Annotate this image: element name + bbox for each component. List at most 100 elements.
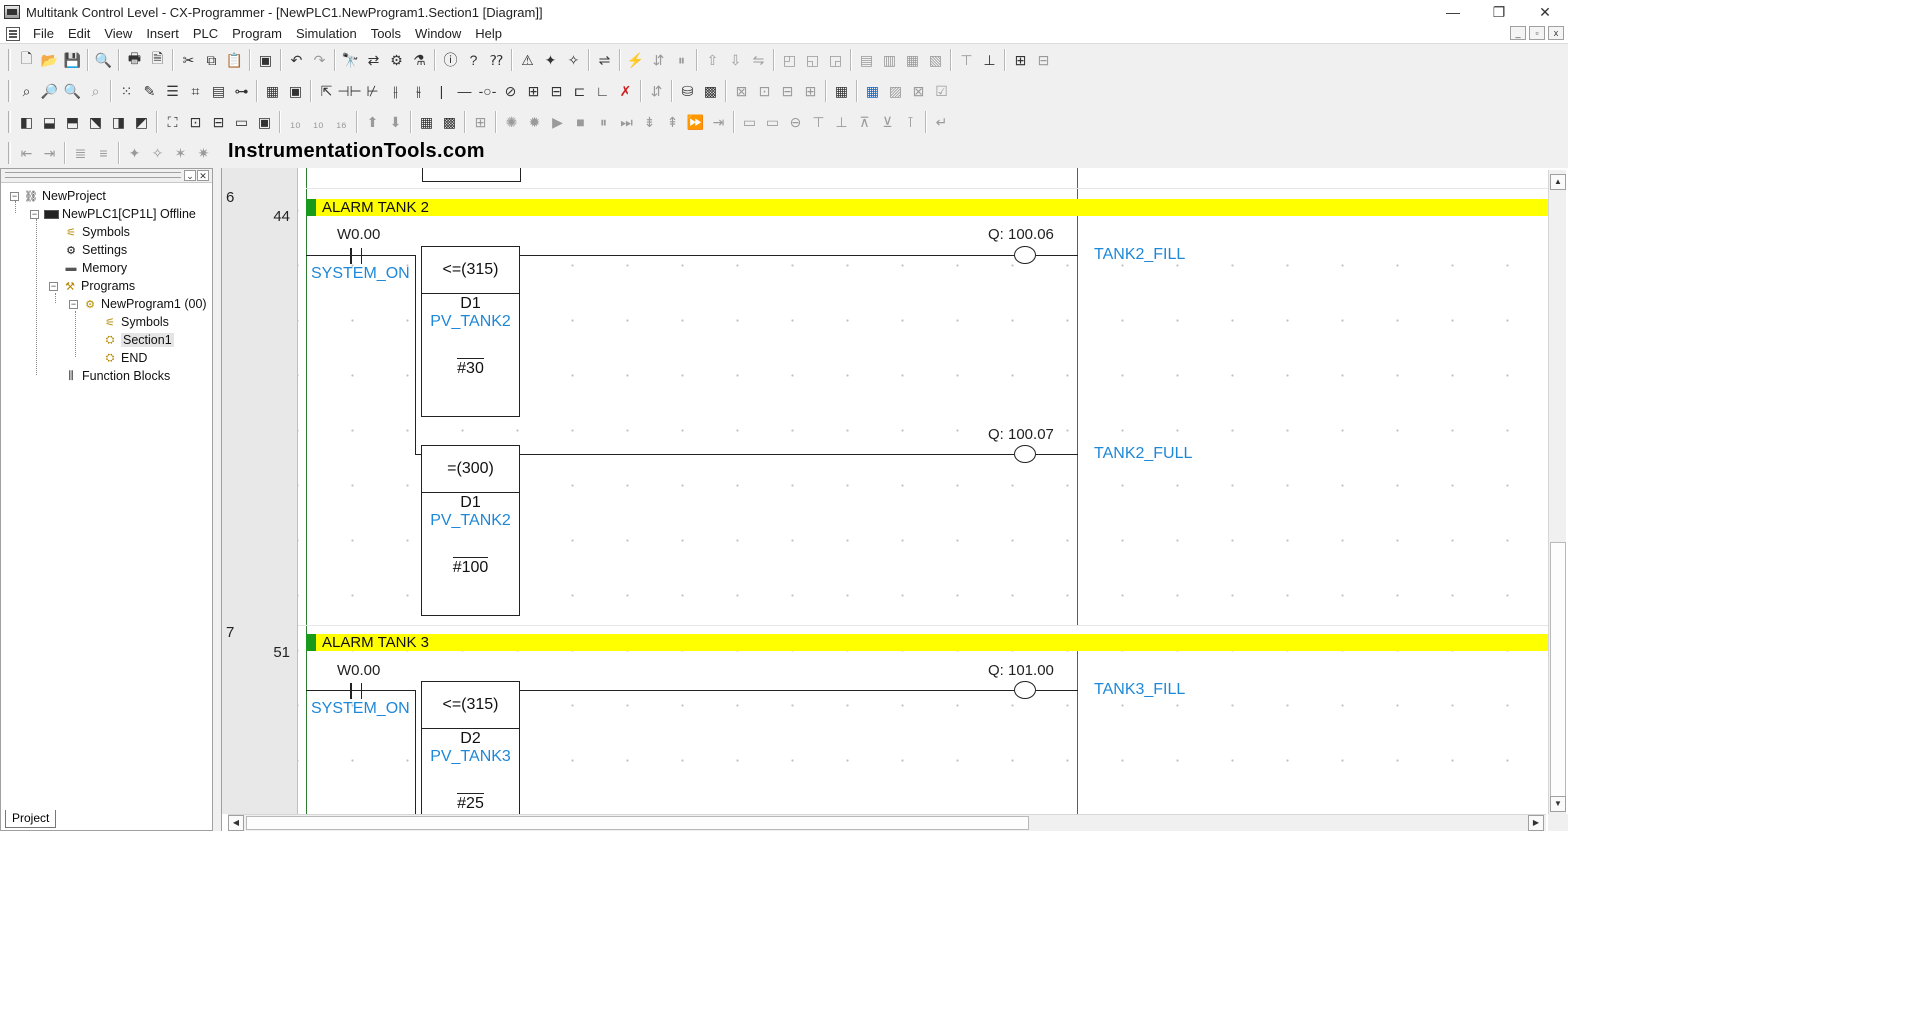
new-instruction-icon[interactable]: ⊞ — [522, 80, 545, 102]
line-delete-icon[interactable]: ✗ — [614, 80, 637, 102]
select-mode-icon[interactable]: ⇱ — [315, 80, 338, 102]
contact-symbol-name[interactable]: SYSTEM_ON — [311, 700, 410, 718]
fb-properties-icon[interactable]: ▩ — [699, 80, 722, 102]
mdi-restore-button[interactable]: ▫ — [1529, 26, 1545, 40]
tree-item-program[interactable]: − ⚙ NewProgram1 (00) — [69, 295, 207, 313]
data-trace-icon[interactable]: ⊼ — [853, 111, 876, 133]
force-on-icon[interactable]: ⊤ — [955, 49, 978, 71]
trace-icon[interactable]: ⊤ — [807, 111, 830, 133]
stop-icon[interactable]: ■ — [569, 111, 592, 133]
operand-symbol[interactable]: PV_TANK2 — [422, 313, 519, 331]
open-folder-icon[interactable]: 📂 — [38, 49, 61, 71]
bookmark-icon[interactable]: ✦ — [123, 142, 146, 164]
coil-symbol-name[interactable]: TANK2_FILL — [1094, 246, 1185, 264]
show-bookmarks-icon[interactable]: ⌗ — [184, 80, 207, 102]
menu-edit[interactable]: Edit — [61, 26, 97, 41]
show-comments-icon[interactable]: ✎ — [138, 80, 161, 102]
scroll-up-icon[interactable]: ▲ — [1550, 174, 1566, 190]
rung-comment-bar[interactable]: ALARM TANK 2 — [306, 199, 1549, 216]
menu-plc[interactable]: PLC — [186, 26, 225, 41]
scroll-left-icon[interactable]: ◀ — [228, 815, 244, 831]
trace-settings-icon[interactable]: ⊥ — [830, 111, 853, 133]
mdi-minimize-button[interactable]: _ — [1510, 26, 1526, 40]
new-contact-icon[interactable]: ⊣⊢ — [337, 80, 361, 102]
continuous-step-icon[interactable]: ⏩ — [684, 111, 707, 133]
check-edit-icon[interactable]: ⊟ — [776, 80, 799, 102]
toolbar-grip[interactable] — [8, 111, 11, 133]
preview-icon[interactable]: 🗎 — [146, 49, 169, 71]
new-closed-contact-icon[interactable]: ⊬ — [361, 80, 384, 102]
plc-settings-icon[interactable]: ⊟ — [1032, 49, 1055, 71]
tree-item-function-blocks[interactable]: ⫼ Function Blocks — [63, 367, 170, 385]
debug-mode-icon[interactable]: ◱ — [801, 49, 824, 71]
table-mode-icon[interactable]: ▦ — [901, 49, 924, 71]
collapse-icon[interactable]: − — [49, 281, 58, 291]
ladder-diagram-view[interactable]: 6 44 ALARM TANK 2 W0.00 SYSTEM_ON <=(315… — [221, 168, 1568, 831]
step-run-icon[interactable]: ⏭ — [615, 111, 638, 133]
menu-insert[interactable]: Insert — [139, 26, 186, 41]
scroll-down-icon[interactable]: ▼ — [1550, 796, 1566, 812]
no-contact-symbol[interactable] — [345, 683, 367, 699]
new-or-contact-icon[interactable]: ⫲ — [384, 80, 407, 102]
new-or-closed-contact-icon[interactable]: ⫳ — [407, 80, 430, 102]
toolbar-grip[interactable] — [8, 142, 11, 164]
clear-break-icon[interactable]: ⊖ — [784, 111, 807, 133]
menu-view[interactable]: View — [97, 26, 139, 41]
output-coil[interactable] — [1014, 246, 1036, 264]
coil-symbol-name[interactable]: TANK2_FULL — [1094, 445, 1192, 463]
stop-trace-icon[interactable]: ⊺ — [899, 111, 922, 133]
grid-mode-icon[interactable]: ▧ — [924, 49, 947, 71]
menu-help[interactable]: Help — [468, 26, 509, 41]
operand-symbol[interactable]: PV_TANK3 — [422, 748, 519, 766]
horizontal-scrollbar[interactable]: ◀ ▶ — [228, 814, 1546, 831]
toolbar-grip[interactable] — [8, 49, 11, 71]
cross-reference-icon[interactable]: ⚙ — [385, 49, 408, 71]
redo-icon[interactable]: ↷ — [308, 49, 331, 71]
mnemonic-window-icon[interactable]: ⊟ — [207, 111, 230, 133]
address-reference-icon[interactable]: ⚗ — [408, 49, 431, 71]
replace-icon[interactable]: ⇄ — [362, 49, 385, 71]
run-icon[interactable]: ▶ — [546, 111, 569, 133]
transfer-to-plc-icon[interactable]: ⇧ — [701, 49, 724, 71]
toolbar-grip[interactable] — [8, 80, 11, 102]
comparison-block[interactable]: <=(315) D2 PV_TANK3 #25 — [421, 681, 520, 831]
comparison-block[interactable]: <=(315) D1 PV_TANK2 #30 — [421, 246, 520, 417]
horizontal-line-icon[interactable]: — — [453, 80, 476, 102]
cx-programmer-app-icon[interactable] — [4, 5, 20, 19]
properties-window-icon[interactable]: ◨ — [107, 111, 130, 133]
transfer-online-edit-icon[interactable]: ⊡ — [753, 80, 776, 102]
sfc-window-icon[interactable]: ▣ — [253, 111, 276, 133]
undo-icon[interactable]: ↶ — [285, 49, 308, 71]
show-list-icon[interactable]: ☰ — [161, 80, 184, 102]
compile-icon[interactable]: ✦ — [539, 49, 562, 71]
output-coil[interactable] — [1014, 445, 1036, 463]
insert-fb-icon[interactable]: ⛁ — [676, 80, 699, 102]
return-icon[interactable]: ↵ — [930, 111, 953, 133]
compile-all-icon[interactable]: ✧ — [562, 49, 585, 71]
cut-icon[interactable]: ✂ — [177, 49, 200, 71]
tab-project[interactable]: Project — [5, 810, 57, 828]
simulation-icon[interactable]: ▦ — [415, 111, 438, 133]
show-tree-icon[interactable]: ⊶ — [230, 80, 253, 102]
context-help-icon[interactable]: ⁇ — [485, 49, 508, 71]
mnemonic-view-icon[interactable]: ▦ — [261, 80, 284, 102]
show-attributes-icon[interactable]: ▤ — [207, 80, 230, 102]
uncomment-lines-icon[interactable]: ≡ — [92, 142, 115, 164]
address-window-icon[interactable]: ⬔ — [84, 111, 107, 133]
tree-item-plc[interactable]: − NewPLC1[CP1L] Offline — [30, 205, 196, 223]
break-point-list-icon[interactable]: ▭ — [761, 111, 784, 133]
new-pldn-icon[interactable]: ⊏ — [568, 80, 591, 102]
online-edit-icon[interactable]: ⇵ — [647, 49, 670, 71]
set-value-icon[interactable]: ☑ — [930, 80, 953, 102]
menu-file[interactable]: File — [26, 26, 61, 41]
about-icon[interactable]: ⓘ — [439, 49, 462, 71]
cancel-online-edit-icon[interactable]: ⊠ — [730, 80, 753, 102]
forced-status-icon[interactable]: ▨ — [884, 80, 907, 102]
tree-item-programs[interactable]: − ⚒ Programs — [49, 277, 135, 295]
scan-run-icon[interactable]: ⇥ — [707, 111, 730, 133]
work-online-icon[interactable]: ⚡ — [624, 49, 647, 71]
sim-connect-icon[interactable]: ✺ — [500, 111, 523, 133]
tree-item-memory[interactable]: ▬ Memory — [63, 259, 128, 277]
force-off-icon[interactable]: ⊥ — [978, 49, 1001, 71]
project-window-icon[interactable]: ◧ — [15, 111, 38, 133]
